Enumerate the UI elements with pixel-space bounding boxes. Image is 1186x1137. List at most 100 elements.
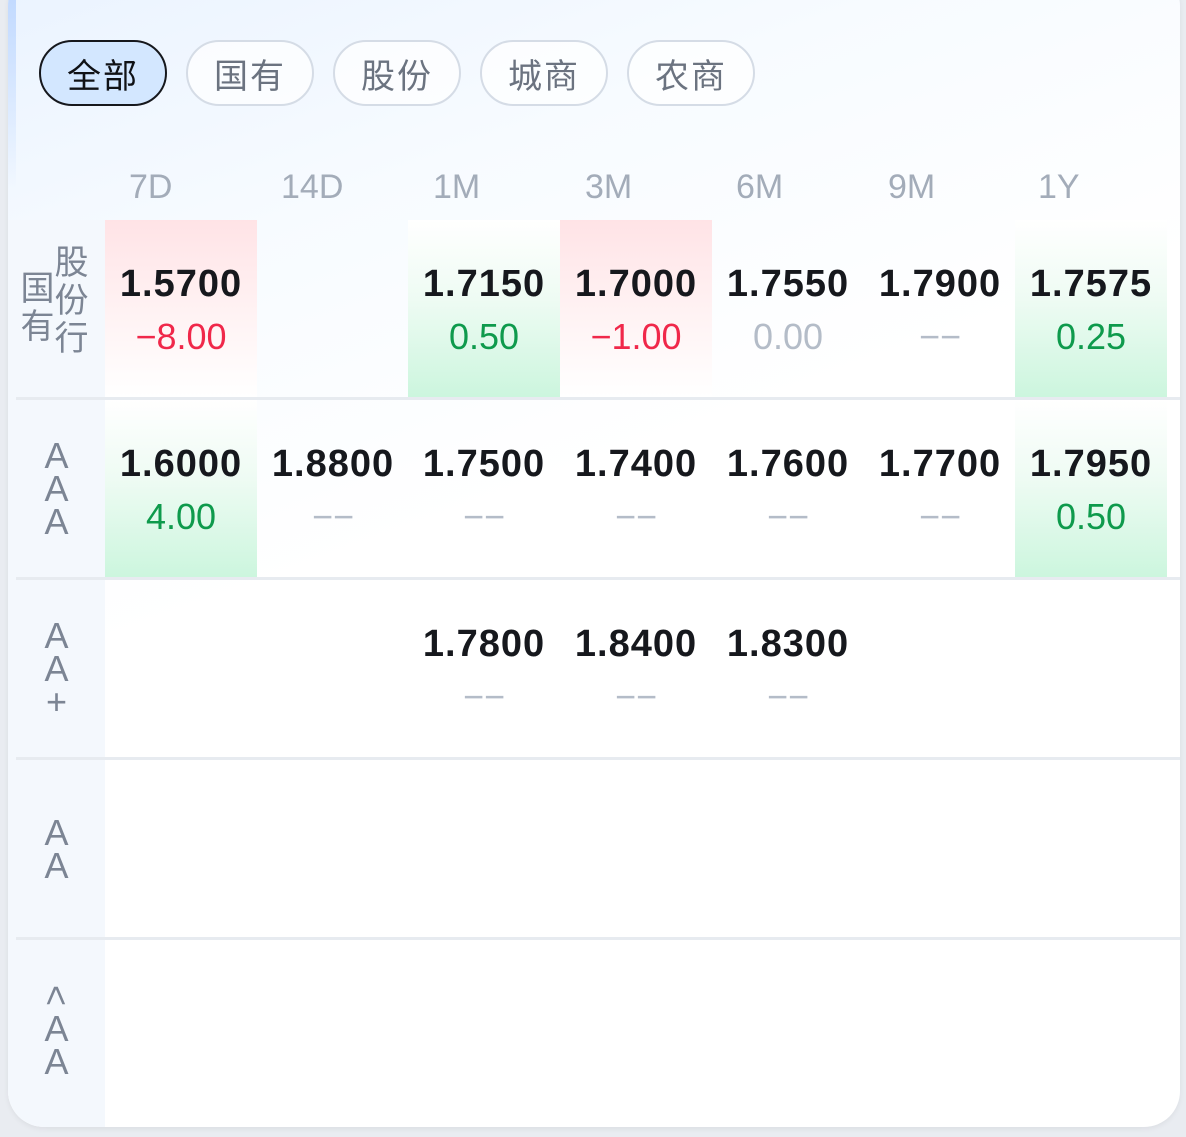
row-label-char: A	[44, 501, 69, 542]
filter-city-commercial[interactable]: 城商	[480, 40, 608, 106]
col-header-6m: 6M	[736, 168, 784, 206]
filter-state-owned[interactable]: 国有	[186, 40, 314, 106]
rate-value: 1.7000	[574, 263, 698, 305]
rate-cell-r4-7d	[105, 940, 257, 1117]
row-label-below-aa: < A A	[8, 940, 105, 1117]
rate-value: 1.7500	[422, 443, 546, 485]
row-divider	[16, 397, 1180, 400]
rate-cell-r3-6m	[712, 760, 864, 937]
row-label-text: AA	[44, 811, 69, 883]
rate-value: 1.7600	[726, 443, 850, 485]
rate-change: 0.00	[752, 316, 824, 357]
rate-cell-r3-1y	[1015, 760, 1167, 937]
filter-label: 股份	[361, 57, 433, 96]
row-label-char: +	[45, 681, 67, 722]
filter-label: 农商	[655, 57, 727, 96]
rate-cell-r0-3m[interactable]: 1.7000 −1.00	[560, 220, 712, 397]
row-label-text: 国有 股份行	[17, 244, 97, 374]
rate-change: −−	[462, 496, 506, 537]
row-label-text: AAA	[44, 438, 69, 542]
rate-change: −−	[311, 496, 355, 537]
rate-cell-r3-7d	[105, 760, 257, 937]
col-header-1m: 1M	[433, 168, 481, 206]
rate-cell-r1-9m[interactable]: 1.7700 −−	[864, 400, 1016, 577]
rate-cell-r3-3m	[560, 760, 712, 937]
rate-cell-r2-14d	[257, 580, 409, 757]
row-label-text: < A A	[36, 979, 77, 1082]
rate-cell-r0-7d[interactable]: 1.5700 −8.00	[105, 220, 257, 397]
row-label-char: 行	[54, 319, 89, 358]
rate-cell-r1-1y[interactable]: 1.7950 0.50	[1015, 400, 1167, 577]
row-label-part-2: 股份行	[55, 244, 89, 358]
rate-value: 1.7900	[878, 263, 1002, 305]
row-label-char: <	[35, 984, 77, 1007]
rate-value: 1.5700	[119, 263, 243, 305]
rate-value: 1.7400	[574, 443, 698, 485]
rate-value: 1.7800	[422, 623, 546, 665]
row-divider	[16, 757, 1180, 760]
row-label-aaa: AAA	[8, 400, 105, 577]
filter-rural-commercial[interactable]: 农商	[627, 40, 755, 106]
rate-cell-r1-1m[interactable]: 1.7500 −−	[408, 400, 560, 577]
rate-value: 1.7575	[1029, 263, 1153, 305]
filter-all[interactable]: 全部	[39, 40, 167, 106]
rate-cell-r4-1m	[408, 940, 560, 1117]
rate-cell-r2-1y	[1015, 580, 1167, 757]
rate-cell-r2-3m[interactable]: 1.8400 −−	[560, 580, 712, 757]
rate-cell-r2-1m[interactable]: 1.7800 −−	[408, 580, 560, 757]
rate-cell-r0-9m[interactable]: 1.7900 −−	[864, 220, 1016, 397]
row-label-char: 有	[20, 307, 55, 346]
row-divider	[16, 577, 1180, 580]
rate-cell-r1-14d[interactable]: 1.8800 −−	[257, 400, 409, 577]
rate-change: −−	[918, 316, 962, 357]
rate-value: 1.8300	[726, 623, 850, 665]
rate-change: −1.00	[590, 316, 682, 357]
rate-cell-r4-6m	[712, 940, 864, 1117]
col-header-3m: 3M	[585, 168, 633, 206]
rate-cell-r2-6m[interactable]: 1.8300 −−	[712, 580, 864, 757]
row-label-char: 股	[54, 243, 89, 282]
rate-cell-r0-1y[interactable]: 1.7575 0.25	[1015, 220, 1167, 397]
col-header-9m: 9M	[888, 168, 936, 206]
rate-value: 1.7700	[878, 443, 1002, 485]
row-label-char: A	[44, 811, 69, 853]
rate-cell-r0-1m[interactable]: 1.7150 0.50	[408, 220, 560, 397]
row-divider	[16, 937, 1180, 940]
col-header-14d: 14D	[281, 168, 344, 206]
filter-joint-stock[interactable]: 股份	[333, 40, 461, 106]
rate-change: −−	[766, 496, 810, 537]
rate-change: −−	[614, 496, 658, 537]
filter-label: 国有	[214, 57, 286, 96]
rate-change: 0.50	[1055, 496, 1127, 537]
rate-value: 1.7950	[1029, 443, 1153, 485]
row-label-char: A	[44, 1041, 69, 1082]
rate-card: 全部 国有 股份 城商 农商 7D 14D 1M 3M 6M 9M 1Y 国有 …	[8, 0, 1180, 1127]
row-label-aa: AA	[8, 760, 105, 937]
rate-cell-r4-1y	[1015, 940, 1167, 1117]
rate-value: 1.8400	[574, 623, 698, 665]
row-label-aa-plus: A A +	[8, 580, 105, 757]
rate-cell-r0-6m[interactable]: 1.7550 0.00	[712, 220, 864, 397]
rate-value: 1.7550	[726, 263, 850, 305]
filter-label: 城商	[508, 57, 580, 96]
rate-cell-r3-1m	[408, 760, 560, 937]
rate-cell-r3-9m	[864, 760, 1016, 937]
rate-change: 0.50	[448, 316, 520, 357]
rate-cell-r4-14d	[257, 940, 409, 1117]
row-label-char: 份	[54, 281, 89, 320]
row-label-text: A A +	[44, 618, 68, 722]
rate-cell-r4-3m	[560, 940, 712, 1117]
rate-cell-r2-9m	[864, 580, 1016, 757]
rate-cell-r2-7d	[105, 580, 257, 757]
row-label-part-1: 国有	[21, 270, 55, 346]
rate-change: 4.00	[145, 496, 217, 537]
rate-change: −8.00	[135, 316, 227, 357]
rate-cell-r1-6m[interactable]: 1.7600 −−	[712, 400, 864, 577]
rate-cell-r4-9m	[864, 940, 1016, 1117]
rate-cell-r0-14d	[257, 220, 409, 397]
rate-change: 0.25	[1055, 316, 1127, 357]
rate-cell-r1-3m[interactable]: 1.7400 −−	[560, 400, 712, 577]
row-label-state-joint-stock: 国有 股份行	[8, 220, 105, 397]
rate-cell-r1-7d[interactable]: 1.6000 4.00	[105, 400, 257, 577]
rate-cell-r3-14d	[257, 760, 409, 937]
